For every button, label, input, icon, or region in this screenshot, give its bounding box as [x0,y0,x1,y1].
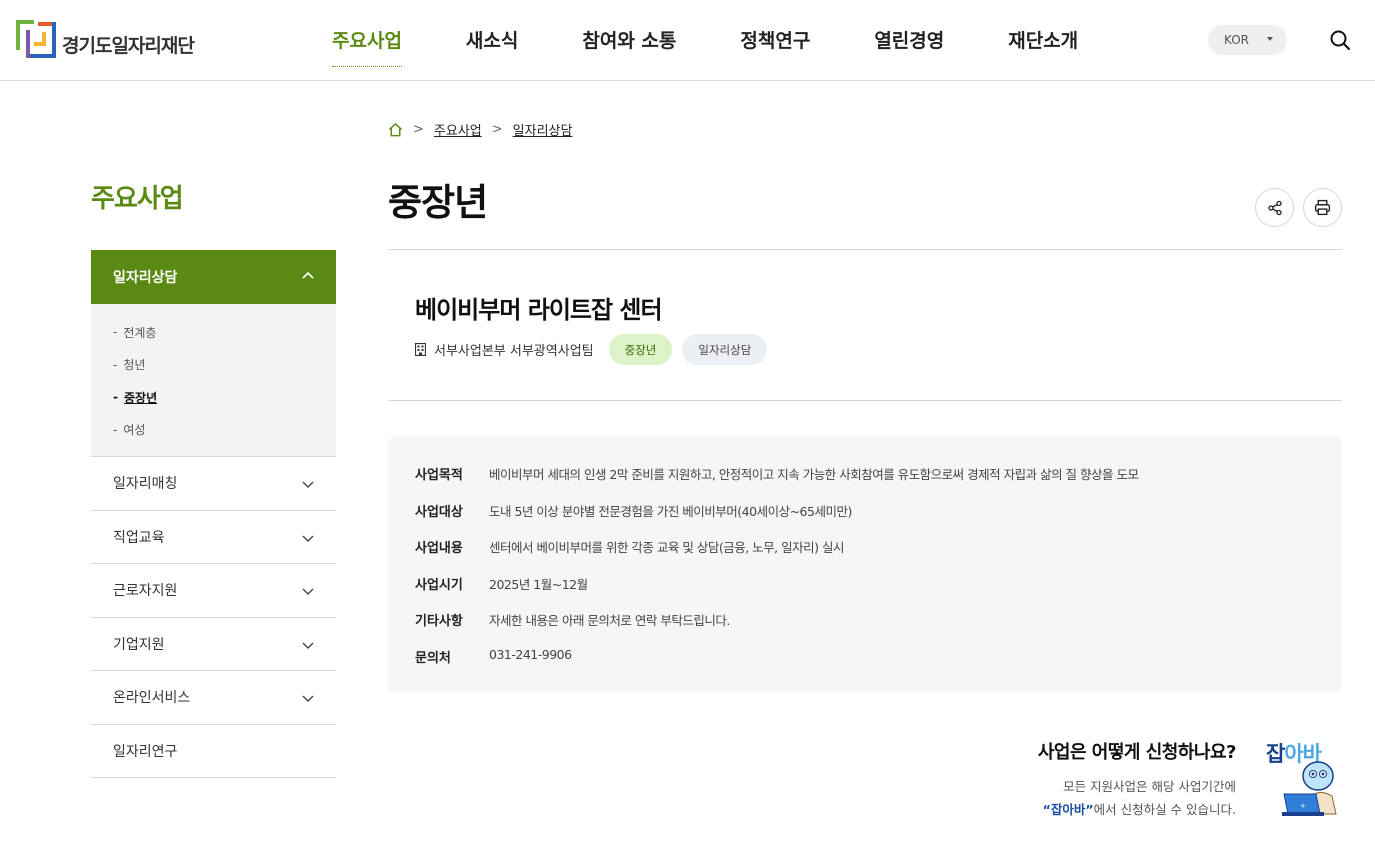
chevron-down-icon [302,535,314,542]
site-header: 경기도일자리재단 주요사업 새소식 참여와 소통 정책연구 열린경영 재단소개 … [0,0,1375,81]
sidebar-item-label: 기업지원 [113,636,165,653]
building-icon [415,343,426,356]
logo-text: 경기도일자리재단 [62,34,195,57]
home-icon[interactable] [388,122,403,137]
chevron-right-icon: > [413,122,424,137]
chevron-down-icon [302,642,314,649]
caret-down-icon [1267,37,1273,41]
info-row-period: 사업시기 2025년 1월~12월 [415,574,1315,611]
sidebar-title: 주요사업 [91,184,184,214]
breadcrumb-item[interactable]: 일자리상담 [513,120,573,139]
nav-item-main-business[interactable]: 주요사업 [332,26,402,67]
search-button[interactable] [1328,28,1352,52]
info-label: 사업내용 [415,541,463,556]
divider [388,400,1342,401]
jobaba-mascot-icon: + [1282,761,1337,816]
language-label: KOR [1224,33,1249,47]
sidebar-subitem-middle-aged[interactable]: - 중장년 [113,381,336,414]
info-value: 031-241-9906 [489,646,572,662]
sidebar-subitem-women[interactable]: - 여성 [113,414,336,447]
sidebar-subitem-all[interactable]: - 전계층 [113,316,336,349]
svg-text:+: + [1300,802,1306,810]
share-button[interactable] [1255,188,1294,227]
search-icon [1330,30,1351,51]
sidebar-item-label: 온라인서비스 [113,690,191,707]
info-row-etc: 기타사항 자세한 내용은 아래 문의처로 연락 부탁드립니다. [415,610,1315,647]
chevron-right-icon: > [491,122,503,137]
info-label: 기타사항 [415,614,463,629]
info-value: 자세한 내용은 아래 문의처로 연락 부탁드립니다. [489,613,730,628]
language-select[interactable]: KOR [1208,25,1287,55]
jobaba-link[interactable]: “잡아바” [1043,802,1094,817]
center-name: 베이비부머 라이트잡 센터 [415,296,663,324]
sidebar-item-label: 근로자지원 [113,583,178,600]
info-row-target: 사업대상 도내 5년 이상 분야별 전문경험을 가진 베이비부머(40세이상~6… [415,501,1315,538]
tag-middle-aged: 중장년 [608,334,673,365]
info-value: 베이비부머 세대의 인생 2막 준비를 지원하고, 안정적이고 지속 가능한 사… [489,467,1139,482]
sidebar-item-label: 일자리매칭 [113,476,178,493]
sidebar-item-job-counseling[interactable]: 일자리상담 [91,250,336,304]
sidebar-menu: 일자리상담 - 전계층 - 청년 - 중장년 - 여성 일자리매칭 직업교육 근로자지원 [91,250,336,778]
info-label: 사업목적 [415,468,463,483]
center-meta: 서부사업본부 서부광역사업팀 중장년 일자리상담 [415,334,768,365]
print-button[interactable] [1303,188,1342,227]
nav-item-open-management[interactable]: 열린경영 [874,26,944,65]
info-label: 사업대상 [415,504,463,520]
sidebar-submenu: - 전계층 - 청년 - 중장년 - 여성 [91,304,336,457]
nav-item-policy-research[interactable]: 정책연구 [740,26,810,65]
site-logo[interactable]: 경기도일자리재단 [16,20,195,60]
business-info-box: 사업목적 베이비부머 세대의 인생 2막 준비를 지원하고, 안정적이고 지속 … [388,436,1342,693]
sidebar-item-vocational-training[interactable]: 직업교육 [91,511,336,564]
organization: 서부사업본부 서부광역사업팀 [415,340,594,359]
breadcrumb-item[interactable]: 주요사업 [434,120,482,139]
nav-item-news[interactable]: 새소식 [466,26,518,65]
sidebar-item-label: 직업교육 [113,529,165,546]
chevron-up-icon [302,271,314,279]
apply-description: “잡아바”에서 신청하실 수 있습니다. [1042,802,1236,817]
info-label: 문의처 [415,650,451,666]
info-value: 센터에서 베이비부머를 위한 각종 교육 및 상담(금융, 노무, 일자리) 실… [489,540,844,555]
nav-item-about[interactable]: 재단소개 [1008,26,1078,65]
info-value: 도내 5년 이상 분야별 전문경험을 가진 베이비부머(40세이상~65세미만) [489,503,852,519]
main-nav: 주요사업 새소식 참여와 소통 정책연구 열린경영 재단소개 [332,26,1142,67]
info-row-contact: 문의처 031-241-9906 [415,647,1315,684]
apply-description: 모든 지원사업은 해당 사업기간에 [1063,779,1236,794]
info-row-purpose: 사업목적 베이비부머 세대의 인생 2막 준비를 지원하고, 안정적이고 지속 … [415,464,1315,501]
chevron-down-icon [302,695,314,702]
chevron-down-icon [302,481,314,488]
share-icon [1267,200,1282,215]
apply-question: 사업은 어떻게 신청하나요? [1037,742,1237,763]
sidebar-item-business-support[interactable]: 기업지원 [91,618,336,671]
jobaba-banner[interactable]: 잡아바 + [1266,738,1342,818]
info-label: 사업시기 [415,577,463,593]
info-value: 2025년 1월~12월 [489,576,588,592]
breadcrumb: > 주요사업 > 일자리상담 [388,120,572,139]
tag-job-counseling: 일자리상담 [682,334,768,365]
organization-name: 서부사업본부 서부광역사업팀 [434,344,594,359]
sidebar-item-job-research[interactable]: 일자리연구 [91,725,336,778]
nav-item-participation[interactable]: 참여와 소통 [582,26,676,65]
sidebar-item-job-matching[interactable]: 일자리매칭 [91,457,336,511]
sidebar-subitem-youth[interactable]: - 청년 [113,349,336,382]
page-title: 중장년 [388,181,488,224]
divider [388,249,1342,250]
sidebar-item-online-service[interactable]: 온라인서비스 [91,671,336,725]
sidebar-item-label: 일자리연구 [113,743,178,760]
sidebar-item-worker-support[interactable]: 근로자지원 [91,564,336,618]
print-icon [1314,199,1331,216]
info-row-content: 사업내용 센터에서 베이비부머를 위한 각종 교육 및 상담(금융, 노무, 일… [415,537,1315,574]
logo-mark-icon [16,20,56,60]
chevron-down-icon [302,588,314,595]
sidebar-item-label: 일자리상담 [113,270,178,286]
